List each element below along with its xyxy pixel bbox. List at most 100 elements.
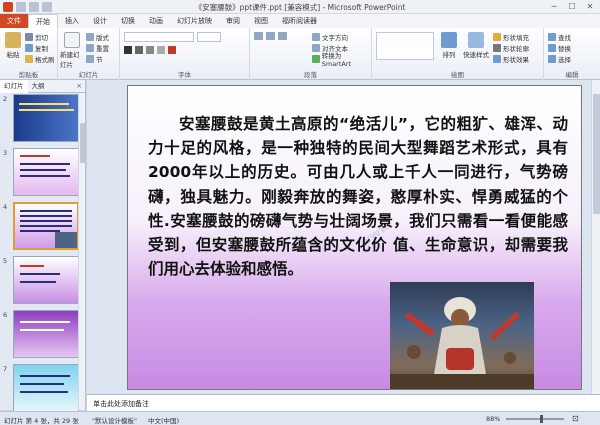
- layout-button[interactable]: 版式: [86, 31, 109, 42]
- tab-review[interactable]: 审阅: [219, 14, 247, 28]
- arrange-icon: [441, 32, 457, 48]
- zoom-slider[interactable]: [506, 418, 564, 420]
- section-button[interactable]: 节: [86, 53, 109, 64]
- font-color-icon[interactable]: [168, 46, 176, 54]
- quick-styles-button[interactable]: 快速样式: [462, 32, 490, 59]
- slide-thumbnail[interactable]: 5: [0, 256, 86, 306]
- layout-icon: [86, 32, 94, 41]
- arrange-button[interactable]: 排列: [438, 32, 460, 59]
- close-button[interactable]: ✕: [582, 1, 598, 12]
- slide-thumbnail[interactable]: 3: [0, 148, 86, 198]
- maximize-button[interactable]: ☐: [564, 1, 580, 12]
- panel-tabs: 幻灯片 大纲 ×: [0, 79, 85, 93]
- paste-icon: [5, 32, 21, 48]
- strikethrough-icon[interactable]: [157, 46, 165, 54]
- slide-canvas[interactable]: 安塞腰鼓是黄土高原的“绝活儿”，它的粗犷、雄浑、动力十足的风格，是一种独特的民间…: [127, 85, 582, 390]
- convert-smartart-button[interactable]: 转换为 SmartArt: [312, 52, 371, 68]
- panel-close-button[interactable]: ×: [76, 82, 82, 90]
- replace-icon: [548, 43, 556, 52]
- font-name-field[interactable]: [124, 32, 194, 42]
- tab-home[interactable]: 开始: [28, 14, 58, 28]
- italic-icon[interactable]: [135, 46, 143, 54]
- paragraph-group: 文字方向 对齐文本 转换为 SmartArt 段落: [250, 28, 372, 80]
- ribbon-tabs: 文件 开始 插入 设计 切换 动画 幻灯片放映 审阅 视图 福昕阅读器: [0, 14, 600, 28]
- drummer-photo[interactable]: [390, 282, 534, 389]
- clipboard-label: 剪贴板: [18, 71, 39, 79]
- slide-thumbnail-panel: 幻灯片 大纲 × 2 3 4 5 6 7: [0, 79, 86, 412]
- copy-icon: [25, 43, 33, 52]
- language-indicator[interactable]: 中文(中国): [148, 415, 179, 425]
- drummer-figure-image: [390, 297, 534, 389]
- shapes-gallery[interactable]: [376, 32, 434, 60]
- slide-body-text[interactable]: 安塞腰鼓是黄土高原的“绝活儿”，它的粗犷、雄浑、动力十足的风格，是一种独特的民间…: [148, 112, 568, 281]
- section-icon: [86, 54, 94, 63]
- tab-insert[interactable]: 插入: [58, 14, 86, 28]
- underline-icon[interactable]: [146, 46, 154, 54]
- effects-icon: [493, 54, 501, 63]
- window-controls: ─ ☐ ✕: [546, 1, 598, 12]
- format-painter-button[interactable]: 格式刷: [25, 53, 55, 64]
- slide-thumbnail[interactable]: 6: [0, 310, 86, 360]
- tab-slideshow[interactable]: 幻灯片放映: [170, 14, 219, 28]
- clipboard-group: 粘贴 剪切 复制 格式刷 剪贴板: [0, 28, 58, 80]
- outline-icon: [493, 43, 501, 52]
- tab-design[interactable]: 设计: [86, 14, 114, 28]
- shape-effects-button[interactable]: 形状效果: [493, 53, 529, 64]
- drawing-label: 绘图: [451, 71, 464, 79]
- new-slide-button[interactable]: 新建幻灯片: [60, 32, 84, 69]
- reset-icon: [86, 43, 94, 52]
- reset-button[interactable]: 重置: [86, 42, 109, 53]
- brush-icon: [25, 54, 33, 63]
- theme-name[interactable]: "默认设计模板": [92, 415, 137, 425]
- bullets-icon[interactable]: [254, 32, 263, 40]
- slides-label: 幻灯片: [78, 71, 99, 79]
- find-icon: [548, 32, 556, 41]
- zoom-slider-handle[interactable]: [540, 415, 543, 423]
- bold-icon[interactable]: [124, 46, 132, 54]
- paste-button[interactable]: 粘贴: [2, 32, 24, 59]
- tab-outline-panel[interactable]: 大纲: [28, 80, 49, 93]
- select-button[interactable]: 选择: [548, 53, 571, 64]
- tab-animations[interactable]: 动画: [142, 14, 170, 28]
- notes-placeholder[interactable]: 单击此处添加备注: [93, 399, 149, 409]
- shape-fill-button[interactable]: 形状填充: [493, 31, 529, 42]
- smartart-icon: [312, 54, 320, 63]
- ribbon: 粘贴 剪切 复制 格式刷 剪贴板 新建幻灯片 版式 重置 节 幻灯片 字体 文字…: [0, 28, 600, 80]
- editing-group: 查找 替换 选择 编辑: [544, 28, 600, 80]
- scissors-icon: [25, 32, 33, 41]
- font-group: 字体: [120, 28, 250, 80]
- editing-label: 编辑: [565, 71, 579, 79]
- font-label: 字体: [178, 71, 191, 79]
- align-text-icon: [312, 43, 320, 52]
- slide-thumbnail[interactable]: 2: [0, 94, 86, 144]
- tab-slides-panel[interactable]: 幻灯片: [0, 79, 28, 93]
- replace-button[interactable]: 替换: [548, 42, 571, 53]
- window-title: 《安塞腰鼓》ppt课件.ppt [兼容模式] - Microsoft Power…: [194, 3, 406, 12]
- notes-pane[interactable]: 单击此处添加备注: [87, 394, 600, 411]
- tab-transitions[interactable]: 切换: [114, 14, 142, 28]
- indent-icon[interactable]: [278, 32, 287, 40]
- text-direction-button[interactable]: 文字方向: [312, 31, 371, 42]
- font-size-field[interactable]: [197, 32, 221, 42]
- tab-foxit[interactable]: 福昕阅读器: [275, 14, 324, 28]
- tab-file[interactable]: 文件: [0, 14, 28, 28]
- select-icon: [548, 54, 556, 63]
- text-direction-icon: [312, 32, 320, 41]
- fill-icon: [493, 32, 501, 41]
- editor-scrollbar[interactable]: [591, 80, 600, 394]
- copy-button[interactable]: 复制: [25, 42, 55, 53]
- zoom-level[interactable]: 88%: [486, 415, 500, 423]
- slide-thumbnail-selected[interactable]: 4: [0, 202, 86, 252]
- numbering-icon[interactable]: [266, 32, 275, 40]
- fit-slide-icon[interactable]: ⊡: [572, 414, 579, 423]
- tab-view[interactable]: 视图: [247, 14, 275, 28]
- find-button[interactable]: 查找: [548, 31, 571, 42]
- quick-styles-icon: [468, 32, 484, 48]
- thumbnail-scrollbar[interactable]: [78, 93, 85, 410]
- minimize-button[interactable]: ─: [546, 1, 562, 12]
- slide-thumbnail[interactable]: 7: [0, 364, 86, 414]
- shape-outline-button[interactable]: 形状轮廓: [493, 42, 529, 53]
- slide-counter: 幻灯片 第 4 张，共 29 张: [4, 417, 79, 425]
- cut-button[interactable]: 剪切: [25, 31, 55, 42]
- drawing-group: 排列 快速样式 形状填充 形状轮廓 形状效果 绘图: [372, 28, 544, 80]
